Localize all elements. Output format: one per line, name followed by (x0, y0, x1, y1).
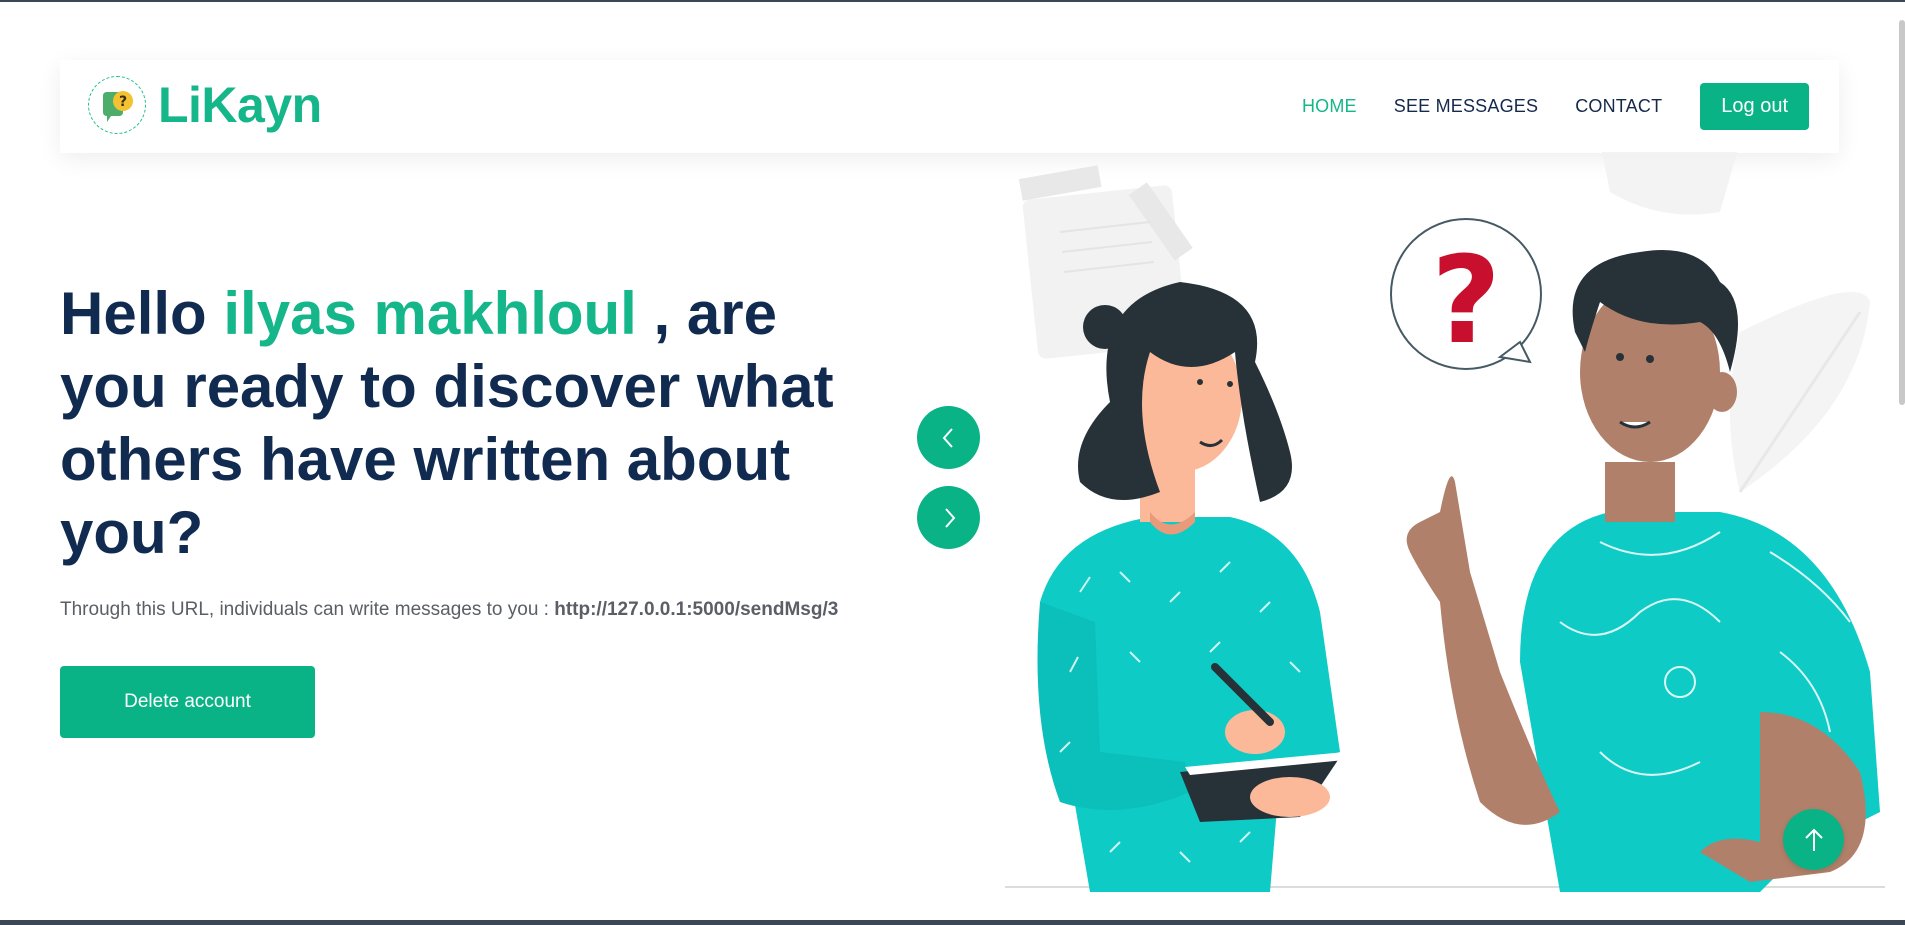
arrow-up-icon (1804, 828, 1823, 851)
nav-contact-link[interactable]: CONTACT (1575, 96, 1662, 117)
brand-link[interactable]: ? LiKayn (88, 76, 322, 134)
share-url[interactable]: http://127.0.0.1:5000/sendMsg/3 (554, 599, 838, 620)
bubble-question-mark: ? (1431, 232, 1501, 371)
user-name: ilyas makhloul (223, 280, 637, 347)
delete-account-button[interactable]: Delete account (60, 666, 315, 738)
logout-button[interactable]: Log out (1700, 83, 1809, 130)
woman-figure (1037, 282, 1345, 892)
nav-see-messages-link[interactable]: SEE MESSAGES (1394, 96, 1538, 117)
nav-menu: HOME SEE MESSAGES CONTACT Log out (1265, 83, 1809, 130)
carousel-next-button[interactable] (917, 486, 980, 549)
hero-subtitle-text: Through this URL, individuals can write … (60, 599, 555, 620)
top-navbar: ? LiKayn HOME SEE MESSAGES CONTACT Log o… (60, 60, 1839, 153)
question-speech-bubble-icon: ? (103, 91, 133, 122)
hero-title: Hello ilyas makhloul , are you ready to … (60, 277, 890, 569)
back-to-top-button[interactable] (1783, 809, 1844, 870)
hero-title-prefix: Hello (60, 280, 224, 347)
hero-subtitle: Through this URL, individuals can write … (60, 599, 838, 621)
hero-illustration: ? (1005, 152, 1885, 892)
chevron-right-icon (944, 507, 955, 528)
svg-text:?: ? (119, 94, 127, 110)
nav-home-link[interactable]: HOME (1302, 96, 1357, 117)
brand-logo: ? (88, 76, 146, 134)
chevron-left-icon (942, 427, 953, 448)
carousel-prev-button[interactable] (917, 406, 980, 469)
question-speech-bubble: ? (1390, 218, 1542, 371)
brand-name: LiKayn (158, 77, 322, 133)
